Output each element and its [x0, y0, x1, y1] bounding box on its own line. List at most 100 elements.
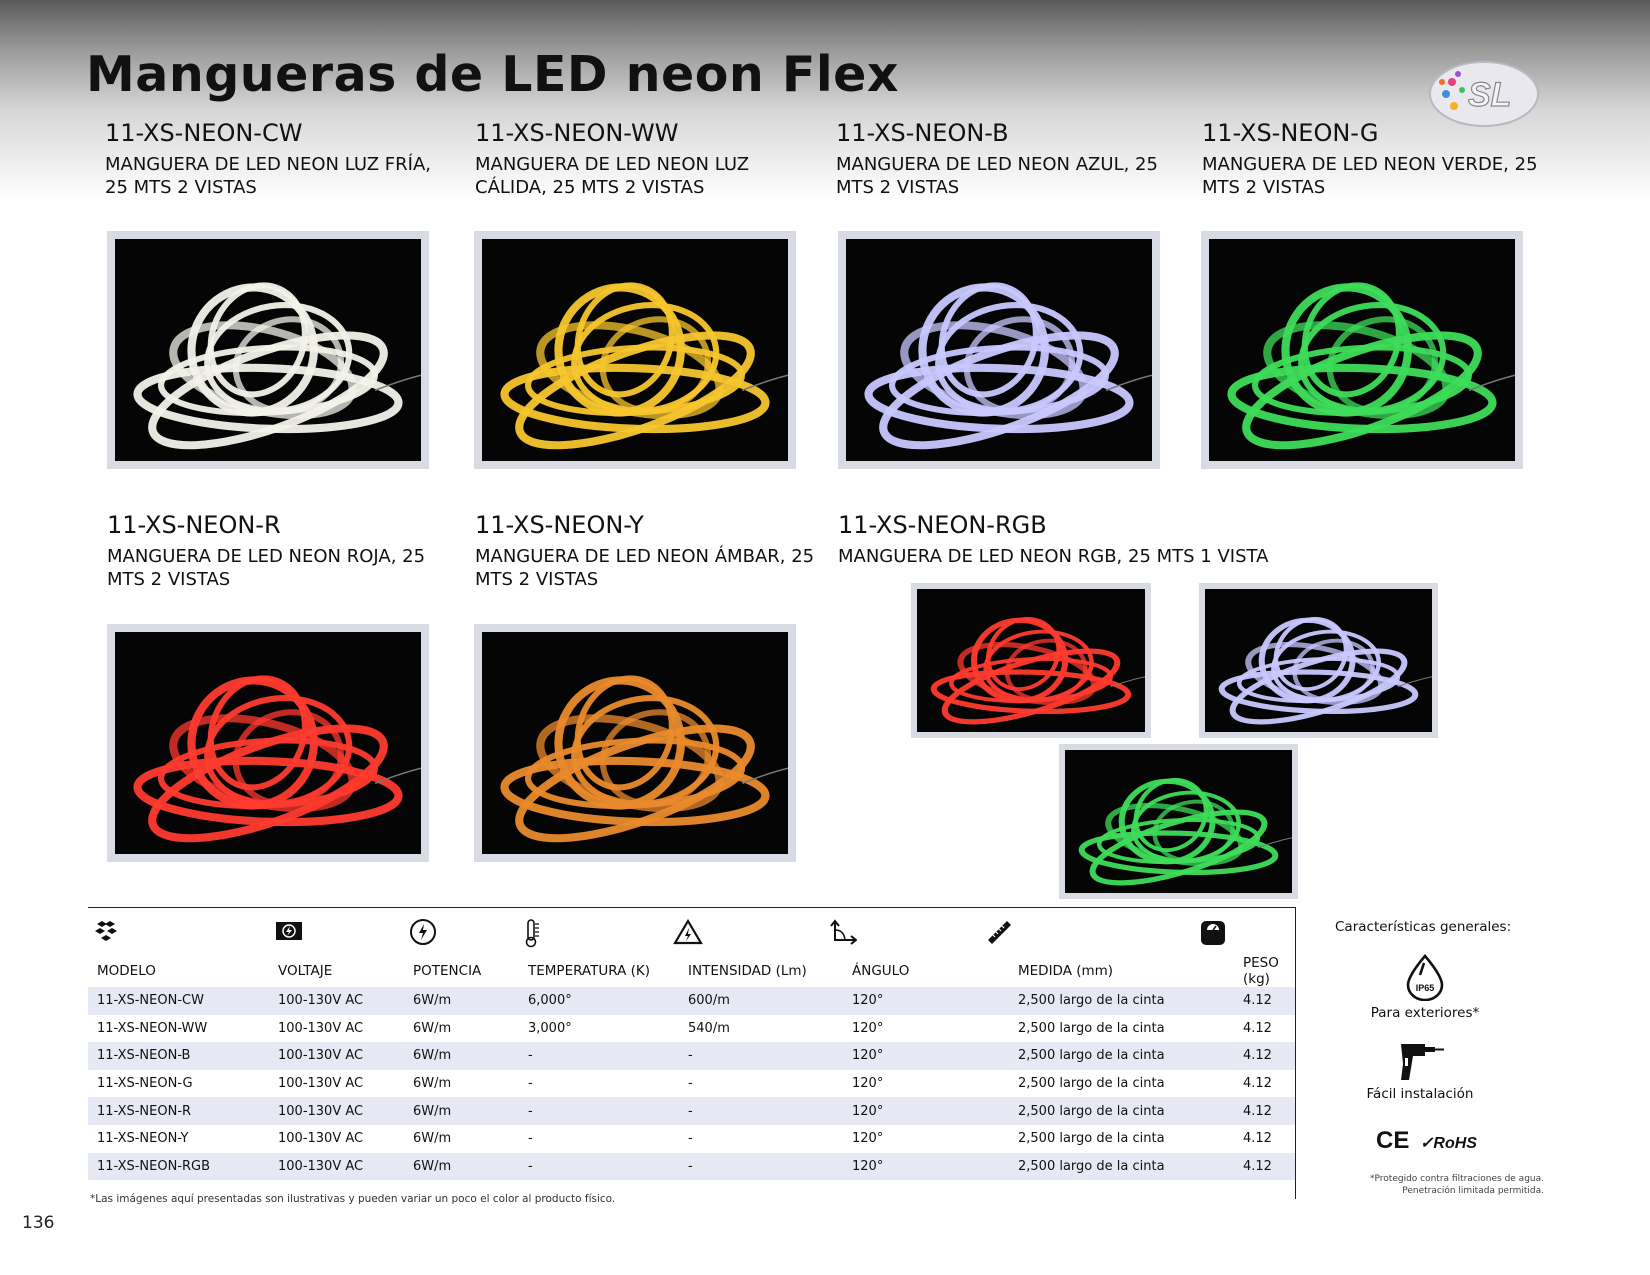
table-cell: - — [679, 1152, 843, 1181]
product-desc: MANGUERA DE LED NEON RGB, 25 MTS 1 VISTA — [838, 546, 1269, 567]
table-cell: 3,000° — [528, 1020, 572, 1036]
features-title: Características generales: — [1335, 919, 1512, 935]
product-image-cw — [107, 231, 429, 469]
col-header: PESO (kg) — [1243, 955, 1279, 987]
feature-label: Para exteriores* — [1370, 1005, 1480, 1021]
table-cell: 11-XS-NEON-CW — [88, 987, 269, 1015]
rohs-label: RoHS — [1433, 1135, 1477, 1152]
brand-logo: SL — [1429, 61, 1539, 127]
spec-table: MODELO VOLTAJE POTENCIA TEMPERATURA (K) … — [88, 955, 1295, 1181]
product-rgb: 11-XS-NEON-RGB MANGUERA DE LED NEON RGB,… — [838, 511, 1398, 568]
table-cell: 120° — [843, 1097, 1009, 1125]
table-cell: 100-130V AC — [269, 1152, 404, 1181]
page-title: Mangueras de LED neon Flex — [86, 46, 899, 103]
feature-outdoor: IP65 Para exteriores* — [1340, 953, 1510, 1021]
table-cell: 120° — [843, 1152, 1009, 1181]
table-row: 11-XS-NEON-WW 100-130V AC 6W/m 3,000° 540/m 1… — [88, 1015, 1295, 1043]
table-cell: 11-XS-NEON-RGB — [88, 1152, 269, 1181]
angle-icon — [829, 918, 858, 950]
table-cell: - — [519, 1152, 679, 1181]
table-cell: 6W/m — [404, 1152, 519, 1181]
table-cell: 2,500 largo de la cinta — [1009, 987, 1234, 1015]
table-cell: 100-130V AC — [278, 1020, 364, 1036]
table-cell: 4.12 — [1234, 1042, 1295, 1070]
table-cell: 120° — [852, 1020, 884, 1036]
ce-mark: CE — [1376, 1127, 1410, 1154]
table-cell: 11-XS-NEON-Y — [97, 1131, 189, 1147]
table-cell: - — [519, 1042, 679, 1070]
product-code: 11-XS-NEON-Y — [475, 511, 644, 539]
product-image-ww — [474, 231, 796, 469]
table-cell: 11-XS-NEON-G — [97, 1076, 193, 1092]
rohs-mark: ✓RoHS — [1420, 1133, 1477, 1153]
table-cell: 4.12 — [1243, 1131, 1272, 1147]
page-number: 136 — [22, 1213, 55, 1233]
table-cell: - — [688, 1076, 693, 1092]
table-cell: 2,500 largo de la cinta — [1009, 1152, 1234, 1181]
table-cell: 120° — [843, 987, 1009, 1015]
col-header: POTENCIA — [413, 963, 482, 979]
product-code: 11-XS-NEON-G — [1202, 119, 1379, 147]
table-row: 11-XS-NEON-B 100-130V AC 6W/m - -120° 2,500 l… — [88, 1042, 1295, 1070]
table-cell: 6W/m — [413, 1131, 452, 1147]
col-header: VOLTAJE — [278, 963, 333, 979]
ruler-icon — [985, 918, 1013, 950]
table-cell: 11-XS-NEON-WW — [97, 1020, 208, 1036]
col-header: INTENSIDAD (Lm) — [688, 963, 807, 979]
logo-text: SL — [1468, 76, 1511, 114]
waterproof-note: *Protegido contra filtraciones de agua. … — [1300, 1173, 1544, 1197]
feature-install: Fácil instalación — [1335, 1040, 1505, 1102]
product-ww: 11-XS-NEON-WW MANGUERA DE LED NEON LUZ C… — [475, 119, 815, 199]
feature-label: Fácil instalación — [1366, 1086, 1474, 1102]
table-cell: 4.12 — [1234, 1097, 1295, 1125]
table-cell: 2,500 largo de la cinta — [1009, 1097, 1234, 1125]
table-cell: - — [528, 1076, 533, 1092]
product-code: 11-XS-NEON-WW — [475, 119, 679, 147]
product-desc: MANGUERA DE LED NEON ÁMBAR, 25 MTS 2 VIS… — [475, 546, 815, 590]
table-cell: 120° — [843, 1042, 1009, 1070]
table-cell: 4.12 — [1234, 1152, 1295, 1181]
table-cell: 100-130V AC — [269, 1042, 404, 1070]
warning-icon — [673, 918, 703, 950]
footnote: *Las imágenes aquí presentadas son ilust… — [90, 1193, 616, 1205]
product-y: 11-XS-NEON-Y MANGUERA DE LED NEON ÁMBAR,… — [475, 511, 815, 591]
table-cell: 4.12 — [1234, 987, 1295, 1015]
table-header-row: MODELO VOLTAJE POTENCIA TEMPERATURA (K) … — [88, 955, 1295, 987]
table-cell: - — [679, 1097, 843, 1125]
table-cell: 2,500 largo de la cinta — [1018, 1131, 1165, 1147]
col-header: MEDIDA (mm) — [1018, 963, 1114, 979]
spec-divider — [1295, 907, 1296, 1199]
table-cell: 100-130V AC — [278, 1131, 364, 1147]
table-cell: 120° — [852, 1076, 884, 1092]
table-cell: 6W/m — [404, 1042, 519, 1070]
waterproof-icon: IP65 — [1406, 954, 1444, 1002]
table-cell: 11-XS-NEON-B — [88, 1042, 269, 1070]
product-desc: MANGUERA DE LED NEON LUZ CÁLIDA, 25 MTS … — [475, 154, 750, 198]
drill-icon — [1401, 1044, 1444, 1080]
col-header: MODELO — [97, 963, 156, 979]
rgb-image-blue — [1199, 583, 1438, 738]
col-header: ÁNGULO — [852, 963, 910, 979]
table-cell: 11-XS-NEON-R — [88, 1097, 269, 1125]
product-code: 11-XS-NEON-RGB — [838, 511, 1047, 539]
table-cell: 4.12 — [1243, 1020, 1272, 1036]
product-code: 11-XS-NEON-CW — [105, 119, 303, 147]
rgb-image-green — [1059, 744, 1298, 899]
table-row: 11-XS-NEON-CW 100-130V AC 6W/m 6,000° 600/m 1… — [88, 987, 1295, 1015]
product-desc: MANGUERA DE LED NEON ROJA, 25 MTS 2 VIST… — [107, 546, 426, 590]
table-cell: 600/m — [679, 987, 843, 1015]
check-icon: ✓ — [1420, 1135, 1434, 1152]
product-image-b — [838, 231, 1160, 469]
product-cw: 11-XS-NEON-CW MANGUERA DE LED NEON LUZ F… — [105, 119, 445, 199]
voltage-icon — [274, 918, 304, 948]
rgb-image-red — [911, 583, 1151, 738]
table-cell: 2,500 largo de la cinta — [1018, 1020, 1165, 1036]
table-cell: 100-130V AC — [269, 987, 404, 1015]
product-b: 11-XS-NEON-B MANGUERA DE LED NEON AZUL, … — [836, 119, 1176, 199]
product-r: 11-XS-NEON-R MANGUERA DE LED NEON ROJA, … — [107, 511, 447, 591]
table-cell: 6W/m — [404, 1097, 519, 1125]
power-icon — [409, 918, 437, 950]
table-cell: 6W/m — [404, 987, 519, 1015]
table-cell: 100-130V AC — [278, 1076, 364, 1092]
product-image-r — [107, 624, 429, 862]
